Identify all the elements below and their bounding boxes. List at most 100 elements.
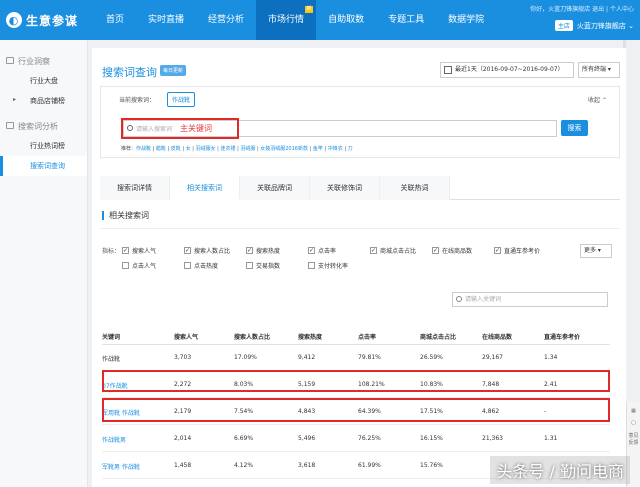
checkbox-icon: [184, 262, 191, 269]
tab-detail[interactable]: 搜索词详情: [100, 176, 170, 200]
recommend-link[interactable]: 羽绒服女: [196, 146, 216, 152]
recommend-list: 推荐：作战靴 | 蜡靴 | 皮靴 | 女 | 羽绒服女 | 连衣裙 | 羽绒服 …: [121, 146, 353, 152]
tab-brand-words[interactable]: 关联品牌词: [240, 176, 310, 200]
metric-checkbox[interactable]: 交易指数: [246, 261, 280, 270]
logout-link[interactable]: 退出: [592, 6, 604, 13]
qrcode-icon[interactable]: ▦: [627, 408, 640, 414]
main-shop-badge: 主店: [554, 20, 573, 31]
logo[interactable]: ◐ 生意参谋: [6, 11, 78, 29]
metric-label: 商城点击占比: [380, 248, 417, 255]
collapse-toggle[interactable]: 收起 ⌃: [588, 95, 607, 104]
column-header[interactable]: 搜索人气: [174, 332, 198, 341]
metric-label: 搜索人气: [132, 248, 157, 255]
recommend-link[interactable]: 连衣裙: [220, 146, 235, 152]
user-center-link[interactable]: 个人中心: [610, 6, 634, 13]
metrics-label: 指标：: [102, 248, 121, 255]
current-term-tag[interactable]: 作战靴: [167, 92, 196, 107]
search-button[interactable]: 搜索: [561, 120, 588, 136]
metric-label: 支付转化率: [318, 263, 349, 270]
sidebar-item-hot-words[interactable]: 行业热词榜: [0, 136, 87, 156]
sidebar-item-search-query[interactable]: 搜索词查询: [0, 156, 87, 176]
table-cell: 6.69%: [234, 435, 254, 442]
sidebar-group-industry: 行业洞察: [0, 52, 87, 71]
recommend-link[interactable]: 羽绒服: [240, 146, 255, 152]
recommend-link[interactable]: 刀: [348, 146, 353, 152]
feedback-link[interactable]: 意见反馈: [627, 432, 640, 446]
table-row: 作战靴 3,703 17.09% 9,412 79.81% 26.59% 29,167 1.3…: [102, 345, 610, 371]
tab-hot-words[interactable]: 关联热词: [380, 176, 450, 200]
metric-label: 点击热度: [194, 263, 219, 270]
comment-icon[interactable]: ▢: [627, 420, 640, 426]
top-bar: ◐ 生意参谋 首页 实时直播 经营分析 市场行情新 自助取数 专题工具 数据学院 …: [0, 0, 640, 40]
metric-checkbox[interactable]: ✓ 搜索人数占比: [184, 246, 230, 255]
metric-checkbox[interactable]: ✓ 直通车参考价: [494, 246, 540, 255]
metric-label: 直通车参考价: [504, 248, 541, 255]
tab-related-words[interactable]: 相关搜索词: [170, 176, 240, 200]
shop-name[interactable]: 火蓝刀锋旗舰店: [577, 21, 626, 31]
metric-checkbox[interactable]: 支付转化率: [308, 261, 348, 270]
table-cell: 79.81%: [358, 354, 381, 361]
chevron-down-icon[interactable]: ⌄: [626, 22, 634, 30]
column-header[interactable]: 在线商品数: [482, 332, 512, 341]
tab-modifier-words[interactable]: 关联修饰词: [310, 176, 380, 200]
calendar-icon: [444, 66, 452, 74]
recommend-link[interactable]: 女: [186, 146, 191, 152]
update-badge: 每日更新: [160, 65, 187, 76]
table-cell: 3,703: [174, 354, 192, 361]
filter-placeholder: 请输入关键词: [465, 296, 502, 303]
column-header[interactable]: 直通车参考价: [544, 332, 580, 341]
sidebar-item-industry-overview[interactable]: 行业大盘: [0, 71, 87, 91]
sidebar-group-label: 行业洞察: [18, 57, 50, 66]
recommend-link[interactable]: 作战靴: [136, 146, 151, 152]
nav-tools[interactable]: 专题工具: [376, 0, 436, 40]
metric-checkbox[interactable]: ✓ 在线商品数: [432, 246, 472, 255]
column-header[interactable]: 搜索人数占比: [234, 332, 270, 341]
metric-checkbox[interactable]: ✓ 搜索热度: [246, 246, 280, 255]
nav-academy[interactable]: 数据学院: [436, 0, 496, 40]
sidebar: 行业洞察 行业大盘 ▸ 商品店铺榜 搜索词分析 行业热词榜 搜索词查询: [0, 40, 88, 487]
metric-checkbox[interactable]: 点击热度: [184, 261, 218, 270]
new-badge: 新: [305, 6, 314, 13]
nav-home[interactable]: 首页: [94, 0, 136, 40]
checkbox-checked-icon: ✓: [122, 247, 129, 254]
table-cell: 21,363: [482, 435, 503, 442]
recommend-link[interactable]: 蜡靴: [156, 146, 166, 152]
checkbox-icon: [246, 262, 253, 269]
metric-checkbox[interactable]: ✓ 商城点击占比: [370, 246, 416, 255]
keyword-filter-input[interactable]: 请输入关键词: [452, 292, 608, 307]
checkbox-checked-icon: ✓: [308, 247, 315, 254]
terminal-select[interactable]: 所有终端 ▾: [578, 62, 620, 78]
search-icon: [456, 296, 462, 302]
keyword-cell[interactable]: 军靴男 作战靴: [102, 462, 140, 471]
recommend-link[interactable]: 冲锋衣: [328, 146, 343, 152]
metric-checkbox[interactable]: ✓ 搜索人气: [122, 246, 156, 255]
recommend-link[interactable]: 鱼竿: [313, 146, 323, 152]
sidebar-item-product-rank[interactable]: ▸ 商品店铺榜: [0, 91, 87, 111]
current-term-label: 当前搜索词：: [119, 97, 156, 104]
metric-label: 搜索热度: [256, 248, 281, 255]
column-header[interactable]: 点击率: [358, 332, 376, 341]
nav-live[interactable]: 实时直播: [136, 0, 196, 40]
page-title: 搜索词查询: [102, 66, 157, 79]
terminal-text: 所有终端: [582, 66, 607, 73]
checkbox-icon: [308, 262, 315, 269]
metric-checkbox[interactable]: 点击人气: [122, 261, 156, 270]
column-header[interactable]: 商城点击占比: [420, 332, 456, 341]
metric-label: 在线商品数: [442, 248, 473, 255]
recommend-link[interactable]: 女装羽绒服2016新款: [260, 146, 308, 152]
table-cell: 4.12%: [234, 462, 254, 469]
more-select[interactable]: 更多 ▾: [580, 244, 612, 258]
column-header[interactable]: 搜索热度: [298, 332, 322, 341]
nav-market-label: 市场行情: [268, 15, 305, 25]
metric-checkbox[interactable]: ✓ 点击率: [308, 246, 336, 255]
nav-market[interactable]: 市场行情新: [256, 0, 317, 40]
recommend-link[interactable]: 皮靴: [171, 146, 181, 152]
greeting: 你好，火蓝刀锋旗舰店: [530, 6, 591, 13]
nav-self-service[interactable]: 自助取数: [316, 0, 376, 40]
section-title: 相关搜索词: [102, 211, 149, 220]
date-range-picker[interactable]: 最近1天（2016-09-07~2016-09-07）: [440, 62, 574, 78]
keyword-cell[interactable]: 作战靴男: [102, 435, 126, 444]
nav-analysis[interactable]: 经营分析: [196, 0, 256, 40]
table-header: 关键词 搜索人气 搜索人数占比 搜索热度 点击率 商城点击占比 在线商品数 直通车参考价: [102, 327, 610, 345]
caret-right-icon: ▸: [13, 96, 17, 103]
